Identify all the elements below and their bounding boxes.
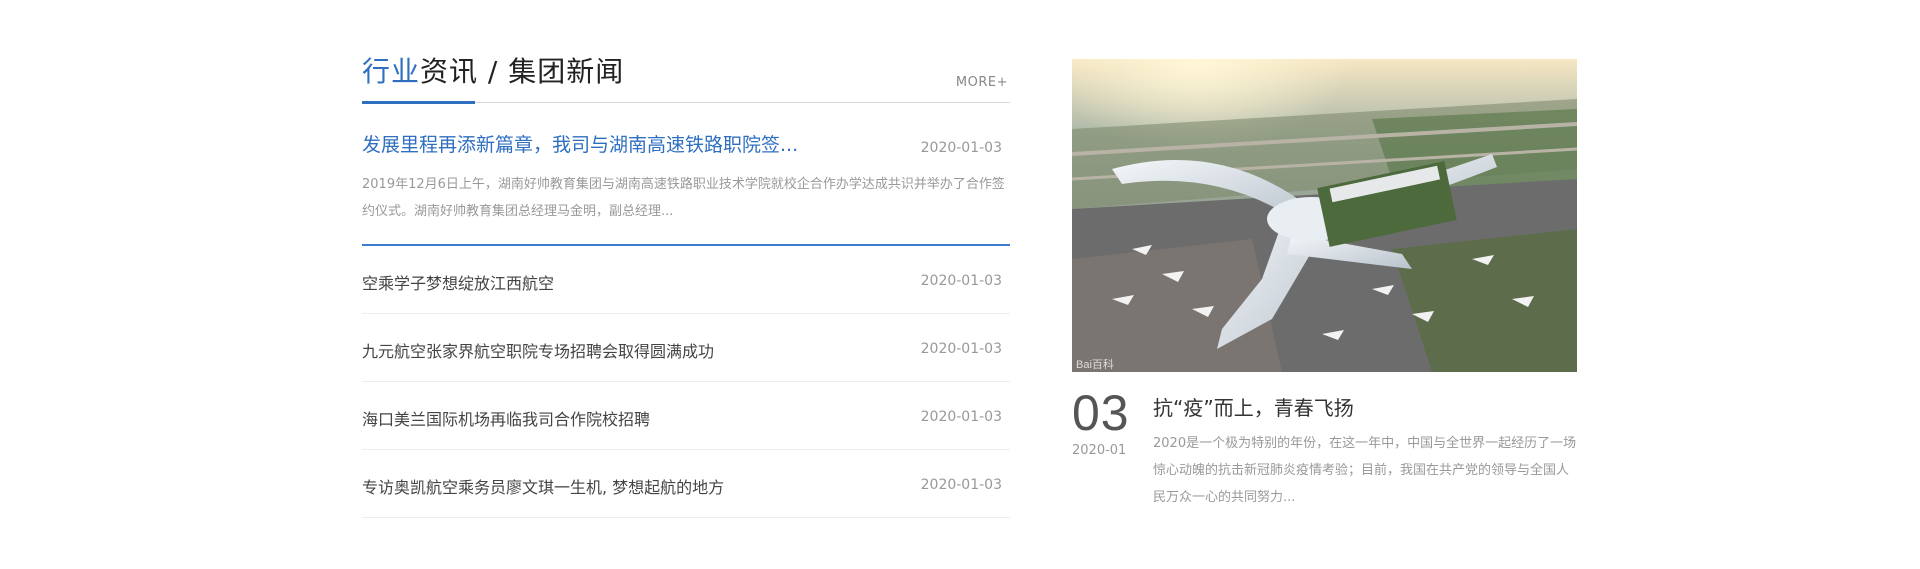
news-list-item[interactable]: 专访奥凯航空乘务员廖文琪一生机, 梦想起航的地方 2020-01-03 [362, 450, 1010, 518]
feature-body: 03 2020-01 抗“疫”而上，青春飞扬 2020是一个极为特别的年份，在这… [1072, 372, 1577, 505]
news-section: 行业资讯 / 集团新闻 MORE+ 发展里程再添新篇章，我司与湖南高速铁路职院签… [362, 52, 1010, 518]
feature-summary: 2020是一个极为特别的年份，在这一年中，中国与全世界一起经历了一场惊心动魄的抗… [1153, 436, 1577, 505]
news-item-date: 2020-01-03 [920, 477, 1002, 493]
section-header: 行业资讯 / 集团新闻 MORE+ [362, 52, 1010, 104]
news-list-item[interactable]: 海口美兰国际机场再临我司合作院校招聘 2020-01-03 [362, 382, 1010, 450]
news-list-item[interactable]: 九元航空张家界航空职院专场招聘会取得圆满成功 2020-01-03 [362, 314, 1010, 382]
news-item-date: 2020-01-03 [920, 273, 1002, 289]
news-item-title[interactable]: 海口美兰国际机场再临我司合作院校招聘 [362, 406, 650, 430]
feature-year-month: 2020-01 [1072, 443, 1127, 458]
news-item-title[interactable]: 空乘学子梦想绽放江西航空 [362, 270, 554, 294]
section-title: 行业资讯 / 集团新闻 [362, 52, 624, 92]
section-title-rest[interactable]: 资讯 / 集团新闻 [420, 55, 624, 88]
news-item-date: 2020-01-03 [920, 341, 1002, 357]
image-watermark: Bai百科 [1076, 357, 1114, 371]
airport-aerial-image[interactable]: Bai百科 [1072, 59, 1577, 372]
news-item-date: 2020-01-03 [920, 409, 1002, 425]
news-item-title[interactable]: 九元航空张家界航空职院专场招聘会取得圆满成功 [362, 338, 714, 362]
section-title-accent[interactable]: 行业 [362, 55, 420, 88]
news-item-title[interactable]: 专访奥凯航空乘务员廖文琪一生机, 梦想起航的地方 [362, 474, 724, 498]
feature-card: Bai百科 03 2020-01 抗“疫”而上，青春飞扬 2020是一个极为特别… [1072, 59, 1577, 505]
more-link[interactable]: MORE+ [956, 75, 1008, 90]
feature-title[interactable]: 抗“疫”而上，青春飞扬 [1153, 392, 1354, 421]
featured-news-summary: 2019年12月6日上午，湖南好帅教育集团与湖南高速铁路职业技术学院就校企合作办… [362, 177, 1005, 219]
featured-news[interactable]: 发展里程再添新篇章，我司与湖南高速铁路职院签... 2020-01-03 201… [362, 103, 1010, 246]
featured-news-date: 2020-01-03 [920, 140, 1002, 156]
news-list-item[interactable]: 空乘学子梦想绽放江西航空 2020-01-03 [362, 246, 1010, 314]
feature-day: 03 [1072, 385, 1130, 441]
featured-news-title[interactable]: 发展里程再添新篇章，我司与湖南高速铁路职院签... [362, 133, 882, 157]
